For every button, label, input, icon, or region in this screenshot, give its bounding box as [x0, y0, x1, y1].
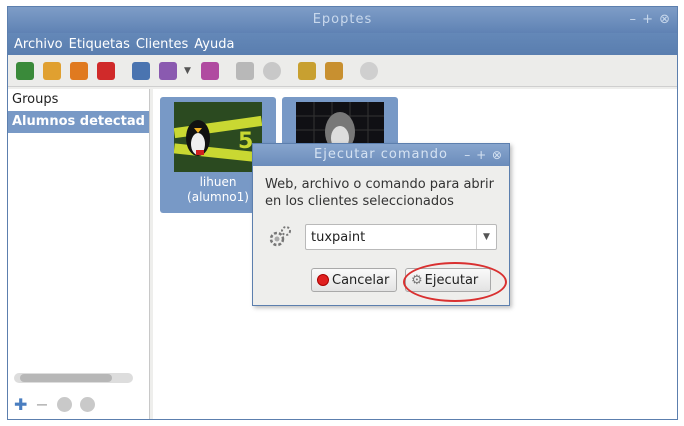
cancel-icon	[317, 274, 329, 286]
stop-broadcast-button[interactable]	[199, 60, 221, 82]
command-input[interactable]	[306, 229, 472, 245]
execute-icon	[235, 61, 254, 80]
logout-button[interactable]	[41, 60, 63, 82]
stop-broadcast-icon	[200, 61, 219, 80]
highlight-circle-annotation	[403, 262, 507, 302]
wake-on-lan-button[interactable]	[14, 60, 36, 82]
scrollbar-thumb[interactable]	[20, 374, 112, 382]
shutdown-button[interactable]	[95, 60, 117, 82]
reboot-button[interactable]	[68, 60, 90, 82]
remove-group-icon[interactable]: −	[35, 395, 48, 414]
menu-ayuda[interactable]: Ayuda	[194, 37, 234, 52]
assist-button[interactable]	[130, 60, 152, 82]
lock-screen-icon	[297, 61, 316, 80]
menu-etiquetas[interactable]: Etiquetas	[69, 37, 130, 52]
groups-sidebar: Groups Alumnos detectad ✚ −	[8, 89, 150, 419]
unlock-screen-icon	[324, 61, 343, 80]
broadcast-dropdown-icon[interactable]: ▼	[184, 66, 191, 76]
toolbar: ▼	[8, 55, 677, 87]
sidebar-scrollbar[interactable]	[14, 373, 133, 383]
client-screen-thumbnail: 5	[173, 102, 263, 172]
info-button[interactable]	[358, 60, 380, 82]
logout-icon	[43, 61, 61, 80]
sidebar-item-alumnos[interactable]: Alumnos detectad	[8, 111, 149, 133]
dialog-message: Web, archivo o comando para abrir en los…	[265, 177, 494, 209]
dialog-controls[interactable]: – + ⊗	[464, 144, 503, 166]
menu-archivo[interactable]: Archivo	[14, 37, 63, 52]
window-controls[interactable]: – + ⊗	[629, 7, 671, 33]
unlock-screen-button[interactable]	[323, 60, 345, 82]
lock-screen-button[interactable]	[296, 60, 318, 82]
execute-button[interactable]	[234, 60, 256, 82]
menubar: Archivo Etiquetas Clientes Ayuda	[8, 33, 677, 55]
broadcast-button[interactable]	[157, 60, 179, 82]
window-title: Epoptes	[312, 12, 373, 27]
gear-icon	[267, 224, 293, 250]
groups-header: Groups	[12, 92, 59, 107]
message-button[interactable]	[261, 60, 283, 82]
broadcast-icon	[159, 61, 177, 80]
command-combobox[interactable]: ▼	[305, 224, 497, 250]
dialog-title: Ejecutar comando	[314, 147, 448, 162]
dialog-titlebar: Ejecutar comando – + ⊗	[253, 144, 509, 166]
move-up-icon[interactable]	[56, 397, 72, 412]
cancel-button[interactable]: Cancelar	[311, 268, 397, 292]
group-actions: ✚ −	[14, 395, 95, 414]
move-down-icon[interactable]	[79, 397, 95, 412]
assist-icon	[132, 61, 150, 80]
reboot-icon	[70, 61, 88, 80]
menu-clientes[interactable]: Clientes	[136, 37, 188, 52]
window-titlebar: Epoptes – + ⊗	[8, 7, 677, 33]
chevron-down-icon[interactable]: ▼	[476, 225, 496, 249]
sidebar-footer: ✚ −	[8, 367, 149, 419]
cancel-label: Cancelar	[332, 272, 390, 288]
add-group-icon[interactable]: ✚	[14, 395, 27, 414]
message-icon	[262, 61, 281, 80]
shutdown-icon	[97, 61, 115, 80]
wake-on-lan-icon	[16, 61, 34, 80]
info-icon	[359, 61, 378, 80]
